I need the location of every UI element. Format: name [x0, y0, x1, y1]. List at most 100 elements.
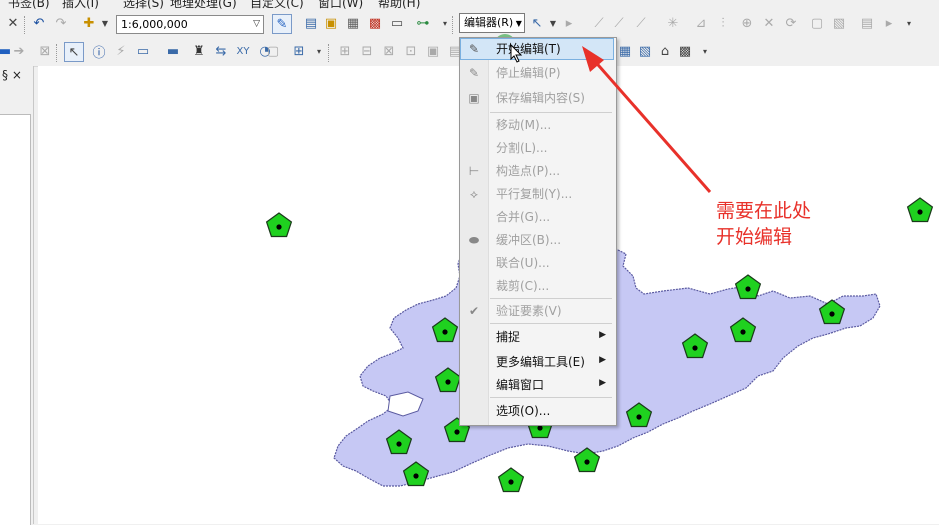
- find-route-icon[interactable]: ⇆: [212, 42, 230, 60]
- menu-item-more-editing-tools[interactable]: 更多编辑工具(E) ▶: [460, 351, 614, 373]
- menu-item-label: 缓冲区(B)...: [496, 233, 562, 247]
- panel-pin-close-controls[interactable]: § ×: [2, 68, 22, 82]
- toolbar-options-icon[interactable]: ▾: [310, 42, 328, 60]
- search-window-icon[interactable]: ▦: [344, 14, 362, 32]
- draw-tool-5-icon[interactable]: ▣: [424, 42, 442, 60]
- cut-polygons-icon[interactable]: ⊕: [738, 14, 756, 32]
- menu-item-editing-windows[interactable]: 编辑窗口 ▶: [460, 374, 614, 396]
- menu-item-validate-features[interactable]: ✔ 验证要素(V): [460, 300, 614, 322]
- annotation-line-2: 开始编辑: [716, 226, 793, 248]
- create-features-icon[interactable]: ▤: [858, 14, 876, 32]
- construct-points-icon: ⊢: [468, 164, 480, 178]
- endpoint-arc-icon[interactable]: ⟋: [610, 14, 628, 32]
- menu-item-label: 分割(L)...: [496, 141, 548, 155]
- arctoolbox-icon[interactable]: ▩: [366, 14, 384, 32]
- html-popup-icon[interactable]: ▭: [134, 42, 152, 60]
- toolbar-overflow-icon[interactable]: ▸: [880, 14, 898, 32]
- city-point-dot: [636, 414, 642, 420]
- validate-icon: ✔: [468, 304, 480, 318]
- select-elements-icon[interactable]: ↖: [64, 42, 84, 62]
- draw-tool-1-icon[interactable]: ⊞: [336, 42, 354, 60]
- draw-tool-4-icon[interactable]: ⊡: [402, 42, 420, 60]
- editor-toolbar-icon[interactable]: ✎: [272, 14, 292, 34]
- redo-icon[interactable]: ↷: [52, 14, 70, 32]
- table-of-contents-icon[interactable]: ▤: [302, 14, 320, 32]
- menu-window[interactable]: 窗口(W): [318, 0, 363, 9]
- menu-item-buffer[interactable]: ⬬ 缓冲区(B)...: [460, 229, 614, 251]
- annotation-arrow: [582, 46, 712, 193]
- menu-item-clip[interactable]: 裁剪(C)...: [460, 275, 614, 297]
- city-point-dot: [584, 459, 590, 465]
- menu-item-label: 平行复制(Y)...: [496, 187, 573, 201]
- find-icon[interactable]: ♜: [190, 42, 208, 60]
- city-point-dot: [829, 311, 835, 317]
- standard-toolbar: ✕ ↶ ↷ ✚ ▼ 1:6,000,000 ▽ ✎ ▤ ▣ ▦ ▩ ▭ ⊶ ▾ …: [0, 10, 939, 38]
- attributes-icon[interactable]: ▢: [808, 14, 826, 32]
- save-edits-icon: ▣: [468, 91, 480, 105]
- identify-icon[interactable]: ⓘ: [90, 42, 108, 61]
- hyperlink-icon[interactable]: ⚡: [112, 42, 130, 60]
- menu-item-label: 停止编辑(P): [496, 66, 561, 80]
- toolbar-grip[interactable]: [328, 44, 333, 62]
- chevron-down-icon[interactable]: ▽: [253, 16, 260, 33]
- buffer-icon: ⬬: [468, 233, 480, 247]
- sketch-properties-icon[interactable]: ▧: [830, 14, 848, 32]
- toolbar-grip[interactable]: [24, 16, 29, 34]
- toolbar-options-icon[interactable]: ▾: [900, 14, 918, 32]
- reshape-feature-icon[interactable]: ⫶: [714, 14, 732, 32]
- copy-parallel-icon: ⟡: [470, 187, 478, 201]
- menu-insert[interactable]: 插入(I): [62, 0, 99, 9]
- delete-icon[interactable]: ✕: [4, 14, 22, 32]
- annotation-text: 需要在此处 开始编辑: [716, 198, 811, 250]
- edit-vertices-icon[interactable]: ⊿: [692, 14, 710, 32]
- menu-item-options[interactable]: 选项(O)...: [460, 400, 614, 422]
- rotate-tool-icon[interactable]: ⟳: [782, 14, 800, 32]
- draw-tool-2-icon[interactable]: ⊟: [358, 42, 376, 60]
- menu-separator: [490, 298, 612, 299]
- go-to-xy-icon[interactable]: XY: [234, 42, 252, 60]
- menu-item-label: 更多编辑工具(E): [496, 355, 585, 369]
- table-of-contents-content: [0, 114, 31, 525]
- split-tool-icon[interactable]: ✕: [760, 14, 778, 32]
- menu-item-label: 合并(G)...: [496, 210, 551, 224]
- toolbar-grip[interactable]: [56, 44, 61, 62]
- map-scale-combobox[interactable]: 1:6,000,000 ▽: [116, 15, 264, 34]
- menu-geoprocessing[interactable]: 地理处理(G): [170, 0, 237, 9]
- menu-item-label: 选项(O)...: [496, 404, 551, 418]
- mouse-cursor-icon: [510, 44, 523, 63]
- point-icon[interactable]: ✳: [664, 14, 682, 32]
- menu-selection[interactable]: 选择(S): [123, 0, 164, 9]
- model-builder-icon[interactable]: ⊶: [414, 14, 432, 32]
- menu-help[interactable]: 帮助(H): [378, 0, 420, 9]
- select-by-graphics-icon[interactable]: ⊠: [36, 42, 54, 60]
- draw-tool-3-icon[interactable]: ⊠: [380, 42, 398, 60]
- menu-item-label: 开始编辑(T): [496, 42, 561, 56]
- menu-bookmarks[interactable]: 书签(B): [8, 0, 50, 9]
- menu-separator: [490, 323, 612, 324]
- menu-item-label: 捕捉: [496, 330, 521, 344]
- viewer-window-icon[interactable]: ▢: [264, 42, 282, 60]
- city-point-dot: [508, 479, 514, 485]
- python-window-icon[interactable]: ▭: [388, 14, 406, 32]
- edit-annotation-icon[interactable]: ▸: [560, 14, 578, 32]
- add-data-dropdown-icon[interactable]: ▼: [96, 14, 114, 32]
- trace-icon[interactable]: ⟋: [632, 14, 650, 32]
- city-point-dot: [745, 286, 751, 292]
- magnifier-icon[interactable]: ⊞: [290, 42, 308, 60]
- menu-item-label: 移动(M)...: [496, 118, 552, 132]
- menu-item-label: 验证要素(V): [496, 304, 562, 318]
- straight-segment-icon[interactable]: ⟋: [590, 14, 608, 32]
- toolbar-grip[interactable]: [452, 16, 457, 34]
- city-point-dot: [445, 379, 451, 385]
- city-point-dot: [413, 473, 419, 479]
- menu-item-union[interactable]: 联合(U)...: [460, 252, 614, 274]
- editor-menu-button[interactable]: 编辑器(R) ▼: [459, 13, 525, 33]
- city-point-dot: [454, 429, 460, 435]
- catalog-icon[interactable]: ▣: [322, 14, 340, 32]
- undo-icon[interactable]: ↶: [30, 14, 48, 32]
- forward-extent-icon[interactable]: ➔: [10, 42, 28, 60]
- submenu-arrow-icon: ▶: [599, 378, 606, 388]
- measure-icon[interactable]: ▬: [164, 42, 182, 60]
- menu-item-snapping[interactable]: 捕捉 ▶: [460, 326, 614, 348]
- menu-customize[interactable]: 自定义(C): [250, 0, 304, 9]
